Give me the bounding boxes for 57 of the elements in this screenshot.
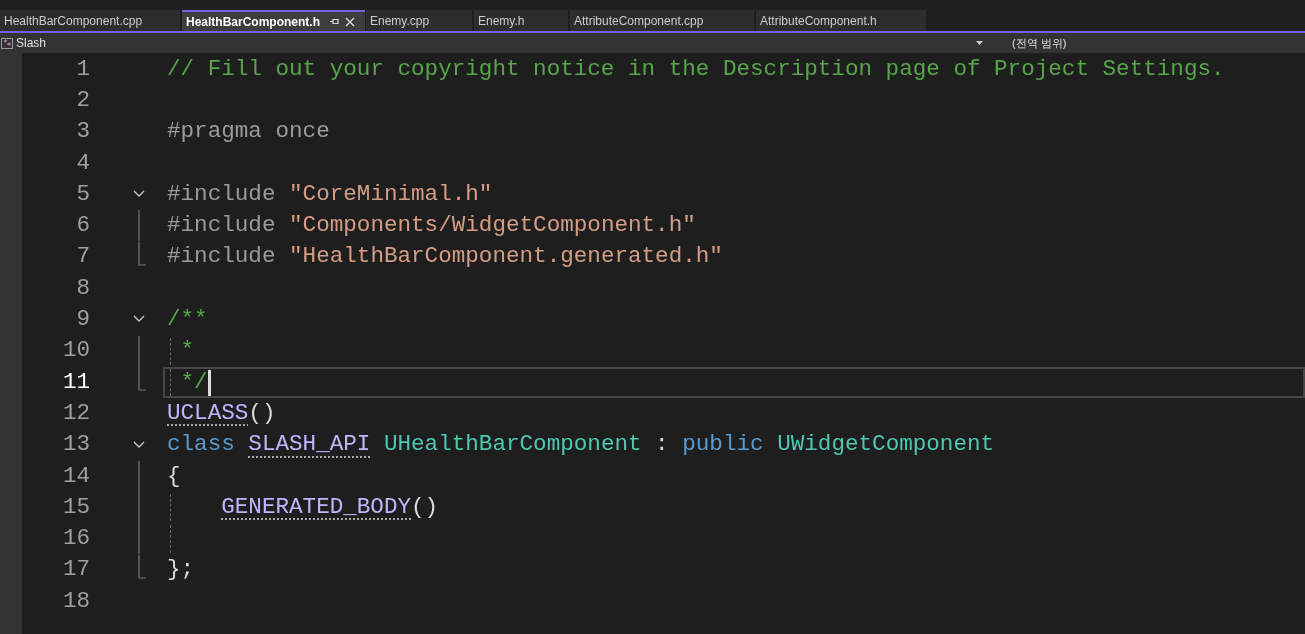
line-number: 6 <box>75 211 90 241</box>
file-tab[interactable]: HealthBarComponent.cpp <box>0 10 180 31</box>
code-token: "Components/WidgetComponent.h" <box>289 211 696 241</box>
code-token: UCLASS <box>167 398 249 428</box>
line-number: 2 <box>75 86 90 115</box>
line-number: 16 <box>61 524 90 554</box>
code-token: UHealthBarComponent <box>382 430 642 460</box>
text-cursor <box>207 369 211 396</box>
file-tab[interactable]: Enemy.h <box>474 10 568 31</box>
project-name[interactable]: Slash <box>16 34 976 52</box>
code-token: GENERATED_BODY <box>221 492 412 522</box>
line-number: 13 <box>61 430 90 460</box>
line-number: 3 <box>75 117 90 147</box>
line-number: 11 <box>61 367 90 397</box>
code-token: }; <box>167 555 195 585</box>
line-number: 15 <box>61 492 90 522</box>
dropdown-caret-icon[interactable] <box>976 41 983 45</box>
code-token: "HealthBarComponent.generated.h" <box>289 242 723 272</box>
line-number: 9 <box>75 305 90 335</box>
scope-dropdown[interactable]: (전역 범위) <box>1012 34 1067 52</box>
project-icon <box>1 37 13 49</box>
file-tab[interactable]: HealthBarComponent.h <box>182 10 365 31</box>
collapse-chevron-icon[interactable] <box>133 440 145 448</box>
line-number: 1 <box>75 54 90 84</box>
file-tab[interactable]: AttributeComponent.cpp <box>570 10 754 31</box>
code-token: { <box>167 461 181 491</box>
line-number: 4 <box>75 148 90 178</box>
code-token: #include <box>167 211 277 241</box>
line-number: 14 <box>61 461 90 491</box>
code-token: // Fill out your copyright notice in the Description page of Project Settings. <box>167 54 1225 84</box>
line-number: 7 <box>75 242 90 272</box>
file-tab[interactable]: AttributeComponent.h <box>756 10 926 31</box>
code-token: #include <box>167 179 277 209</box>
code-token: * <box>179 336 195 366</box>
line-number: 18 <box>61 586 90 616</box>
code-token: #include <box>167 242 277 272</box>
code-token: () <box>411 492 439 522</box>
code-token: */ <box>179 367 208 397</box>
collapse-chevron-icon[interactable] <box>133 190 145 198</box>
code-token: SLASH_API <box>248 430 371 460</box>
line-number: 12 <box>61 398 90 428</box>
code-token: public <box>682 430 765 460</box>
code-token: class <box>167 430 236 460</box>
code-token: #pragma once <box>167 117 330 147</box>
line-number: 5 <box>75 179 90 209</box>
line-number: 8 <box>75 273 90 303</box>
line-number: 10 <box>61 336 90 366</box>
code-token: "CoreMinimal.h" <box>289 179 493 209</box>
file-tab[interactable]: Enemy.cpp <box>366 10 472 31</box>
code-token: : <box>654 430 670 460</box>
pin-icon[interactable] <box>330 18 339 25</box>
line-number: 17 <box>61 555 90 585</box>
close-icon[interactable] <box>345 16 355 27</box>
code-token: /** <box>167 305 208 335</box>
code-token: UWidgetComponent <box>777 430 995 460</box>
code-token: () <box>248 398 276 428</box>
collapse-chevron-icon[interactable] <box>133 315 145 323</box>
